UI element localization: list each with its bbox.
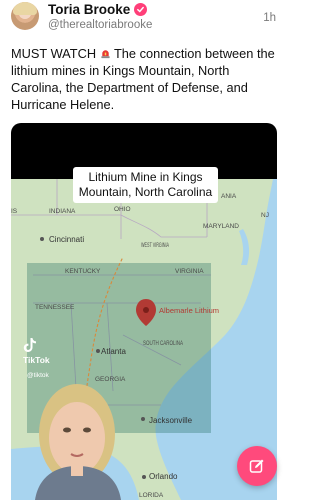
post-timestamp: 1h: [263, 12, 276, 24]
map-label-nj: NJ: [261, 212, 269, 219]
post-text-lead: MUST WATCH: [11, 46, 97, 61]
map-label-indiana: INDIANA: [49, 208, 76, 215]
map-label-maryland: MARYLAND: [203, 223, 239, 230]
map-label-jacksonville: Jacksonville: [149, 416, 193, 425]
map-label-atlanta: Atlanta: [101, 347, 126, 356]
map-label-illinois: IS: [11, 208, 18, 215]
tiktok-watermark: TikTok: [23, 337, 50, 365]
verified-badge-icon: [134, 3, 148, 16]
tiktok-logo-icon: [23, 338, 36, 352]
compose-button[interactable]: [237, 446, 277, 486]
compose-icon: [249, 459, 264, 473]
map-label-west-virginia: WEST VIRGINIA: [141, 242, 170, 249]
presenter-video-frame: [35, 384, 121, 500]
video-caption-title: Lithium Mine in Kings Mountain, North Ca…: [73, 167, 218, 203]
avatar[interactable]: [11, 2, 39, 30]
author-name[interactable]: Toria Brooke: [48, 2, 130, 17]
post-text: MUST WATCH The connection between the li…: [11, 45, 281, 113]
map-label-south-carolina: SOUTH CAROLINA: [143, 340, 184, 347]
author-row: Toria Brooke: [48, 2, 148, 17]
map-label-ania: ANIA: [221, 193, 237, 200]
map-label-tennessee: TENNESSEE: [35, 304, 75, 311]
tiktok-label: TikTok: [23, 355, 50, 365]
map-label-virginia: VIRGINIA: [175, 268, 204, 275]
map-label-albemarle: Albemarle Lithium: [159, 306, 219, 315]
author-handle[interactable]: @therealtoriabrooke: [48, 19, 152, 31]
map-label-cincinnati: Cincinnati: [49, 235, 84, 244]
map-label-ohio: OHIO: [114, 206, 131, 213]
siren-icon: [101, 50, 110, 59]
video-player[interactable]: IS INDIANA OHIO MARYLAND NJ ANIA Cincinn…: [11, 123, 277, 500]
map-label-kentucky: KENTUCKY: [65, 268, 101, 275]
map-label-orlando: Orlando: [149, 472, 178, 481]
post-card: Toria Brooke @therealtoriabrooke 1h MUST…: [0, 0, 288, 500]
